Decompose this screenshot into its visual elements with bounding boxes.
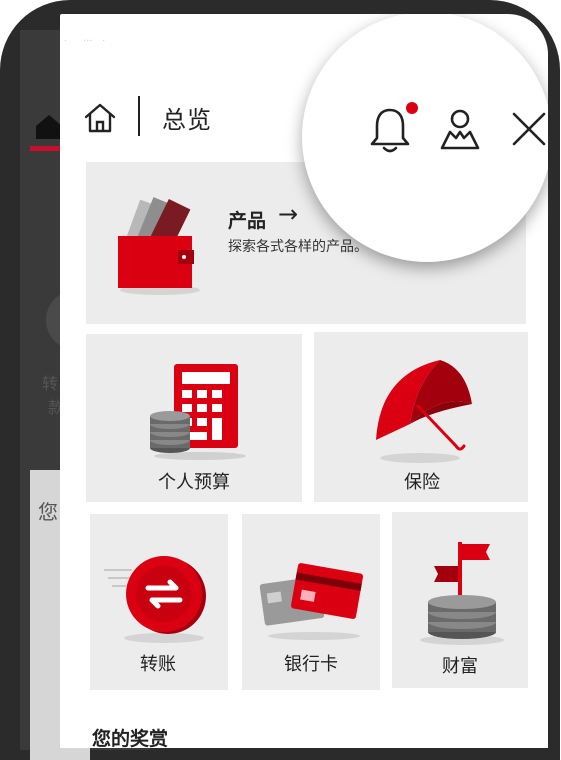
background-text: 转	[42, 374, 59, 393]
bell-button[interactable]	[368, 102, 418, 156]
bank-cards-label: 银行卡	[284, 654, 338, 675]
umbrella-icon	[376, 360, 472, 463]
transfer-label: 转账	[140, 654, 176, 675]
transfer-coin-icon	[104, 556, 206, 643]
bank-cards-tile[interactable]: 银行卡	[242, 514, 380, 690]
calculator-icon	[150, 364, 246, 460]
wallet-icon	[118, 197, 200, 295]
insurance-tile[interactable]: 保险	[314, 332, 528, 502]
personal-budget-tile[interactable]: 个人预算	[86, 334, 302, 502]
wealth-label: 财富	[442, 656, 478, 677]
header-magnifier	[302, 14, 548, 262]
home-icon[interactable]	[82, 100, 118, 136]
close-icon[interactable]	[510, 110, 548, 148]
header-divider	[138, 96, 140, 136]
overview-screen: · ··· · 总览 产品 → 探索各式各样的产品。 个人预算 保险 转账 银行…	[60, 14, 548, 748]
rewards-heading: 您的奖赏	[92, 728, 169, 748]
transfer-tile[interactable]: 转账	[90, 514, 228, 690]
wealth-tile[interactable]: 财富	[392, 512, 528, 688]
bell-icon	[370, 108, 410, 153]
background-text: 您	[38, 500, 58, 524]
status-bar: · ··· ·	[64, 36, 106, 47]
notification-badge	[406, 102, 418, 114]
user-icon[interactable]	[436, 106, 484, 154]
insurance-label: 保险	[404, 472, 440, 493]
wealth-coins-icon	[420, 542, 504, 645]
products-title: 产品	[228, 210, 267, 232]
bank-card-icon	[259, 563, 364, 640]
products-description: 探索各式各样的产品。	[228, 239, 368, 255]
arrow-right-icon: →	[278, 200, 299, 228]
page-title: 总览	[162, 106, 212, 134]
personal-budget-label: 个人预算	[158, 472, 230, 493]
